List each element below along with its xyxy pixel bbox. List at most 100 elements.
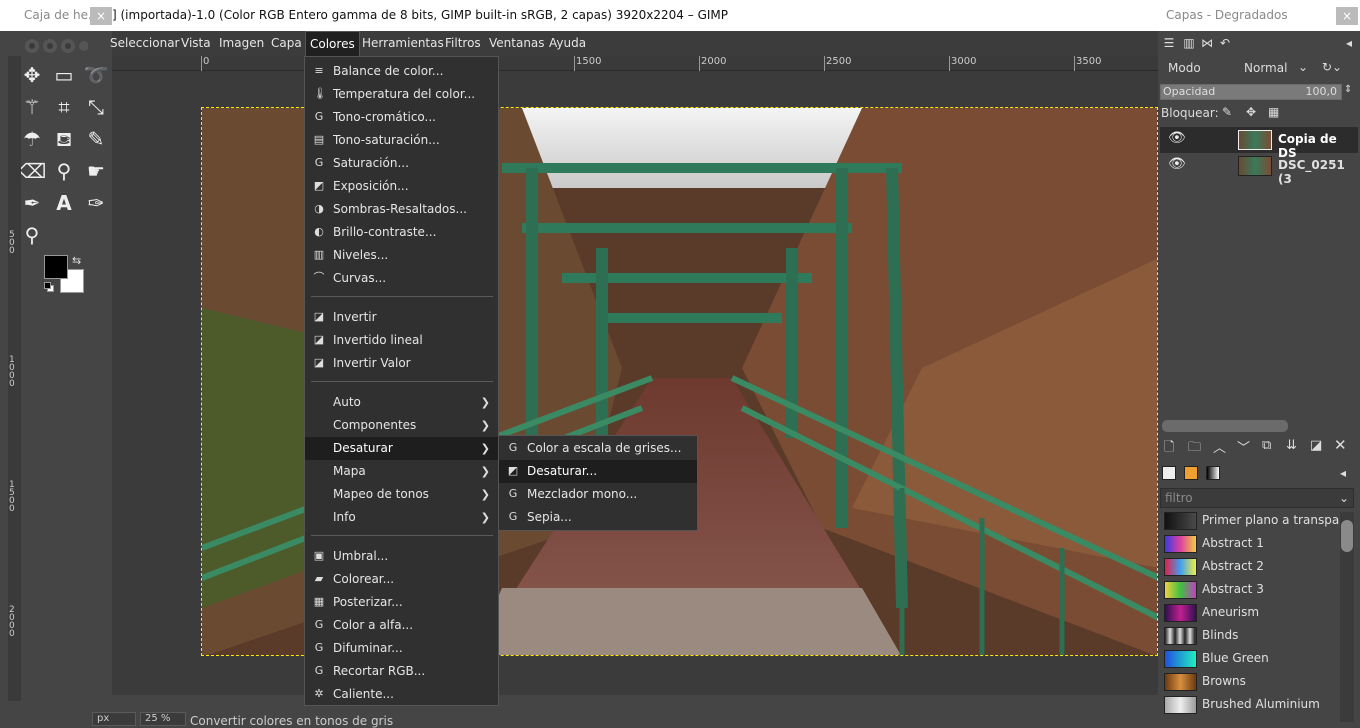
swap-colors-icon[interactable]: ⇆ (72, 254, 81, 267)
menu-item-tono-cromatico[interactable]: G Tono-cromático... (305, 106, 498, 129)
menu-item-desaturar[interactable]: Desaturar ❯ (305, 437, 498, 460)
merge-layer-icon[interactable]: ⇊ (1286, 438, 1297, 453)
transform-tool-icon[interactable]: ⤡ (82, 93, 110, 121)
paths-tab-icon[interactable]: ⋈ (1198, 36, 1216, 52)
new-group-icon[interactable]: 🗀 (1188, 438, 1201, 460)
menu-item-temperatura[interactable]: 🌡 Temperatura del color... (305, 83, 498, 106)
menu-item-desaturar-dialog[interactable]: ◩ Desaturar... (499, 460, 697, 483)
delete-layer-icon[interactable]: ✕ (1334, 436, 1347, 454)
layer-row[interactable]: 👁 DSC_0251 (3 (1160, 153, 1358, 186)
menu-item-auto[interactable]: Auto ❯ (305, 391, 498, 414)
lasso-tool-icon[interactable]: ➰ (82, 61, 110, 89)
menu-imagen[interactable]: Imagen (215, 31, 268, 56)
menu-item-invertir[interactable]: ◪ Invertir (305, 306, 498, 329)
menu-vista[interactable]: Vista (177, 31, 215, 56)
gradient-filter-input[interactable]: filtro ⌄ (1160, 488, 1354, 508)
menu-item-mezclador-mono[interactable]: G Mezclador mono... (499, 483, 697, 506)
gradient-item[interactable]: Primer plano a transpar (1162, 510, 1344, 532)
gradient-item[interactable]: Blue Green (1162, 648, 1340, 670)
layers-scrollbar[interactable] (1162, 420, 1288, 432)
unit-select[interactable]: px (92, 712, 136, 726)
zoom-select[interactable]: 25 % (140, 712, 186, 726)
lock-pixels-icon[interactable]: ✎ (1222, 105, 1232, 119)
opacity-stepper[interactable]: ⇕ (1344, 84, 1356, 100)
gradient-item[interactable]: Abstract 3 (1162, 579, 1340, 601)
foreground-color-swatch[interactable] (44, 255, 68, 279)
mode-select[interactable]: Normal ⌄ (1238, 58, 1308, 80)
menu-colores[interactable]: Colores (305, 31, 360, 56)
menu-item-componentes[interactable]: Componentes ❯ (305, 414, 498, 437)
menu-item-invertir-valor[interactable]: ◪ Invertir Valor (305, 352, 498, 375)
menu-item-mapa[interactable]: Mapa ❯ (305, 460, 498, 483)
bucket-fill-tool-icon[interactable]: ⛾ (50, 125, 78, 153)
undo-tab-icon[interactable]: ↶ (1216, 36, 1234, 52)
eraser-tool-icon[interactable]: ⌫ (18, 157, 46, 185)
menu-item-umbral[interactable]: ▣ Umbral... (305, 545, 498, 568)
menu-item-sombras-resaltados[interactable]: ◑ Sombras-Resaltados... (305, 198, 498, 221)
channels-tab-icon[interactable]: ▥ (1180, 36, 1198, 52)
text-tool-icon[interactable]: A (50, 189, 78, 217)
gradient-item[interactable]: Abstract 2 (1162, 556, 1340, 578)
fuzzy-select-tool-icon[interactable]: ⚚ (18, 93, 46, 121)
menu-item-brillo-contraste[interactable]: ◐ Brillo-contraste... (305, 221, 498, 244)
color-picker-tool-icon[interactable]: ✑ (82, 189, 110, 217)
menu-filtros[interactable]: Filtros (441, 31, 485, 56)
gradient-item[interactable]: Aneurism (1162, 602, 1340, 624)
dock-menu-icon[interactable]: ◂ (1340, 36, 1358, 52)
menu-capa[interactable]: Capa (267, 31, 306, 56)
menu-item-difuminar[interactable]: G Difuminar... (305, 637, 498, 660)
menu-seleccionar[interactable]: Seleccionar (106, 31, 183, 56)
crop-tool-icon[interactable]: ⌗ (50, 93, 78, 121)
layer-row[interactable]: 👁 Copia de DS (1160, 127, 1358, 160)
menu-item-niveles[interactable]: ▥ Niveles... (305, 244, 498, 267)
gradient-item[interactable]: Brushed Aluminium (1162, 694, 1340, 716)
lock-alpha-icon[interactable]: ▦ (1268, 105, 1279, 119)
paths-tool-icon[interactable]: ✒ (18, 189, 46, 217)
lock-position-icon[interactable]: ✥ (1246, 105, 1256, 119)
zoom-tool-icon[interactable]: ⚲ (18, 221, 46, 249)
menu-ayuda[interactable]: Ayuda (545, 31, 590, 56)
move-tool-icon[interactable]: ✥ (18, 61, 46, 89)
gradients-tab-icon[interactable] (1206, 466, 1220, 480)
brushes-tab-icon[interactable] (1162, 466, 1176, 480)
menu-item-sepia[interactable]: G Sepia... (499, 506, 697, 529)
gradient-item[interactable]: Browns (1162, 671, 1340, 693)
opacity-slider[interactable]: Opacidad 100,0 (1160, 84, 1342, 100)
menu-item-posterizar[interactable]: ▦ Posterizar... (305, 591, 498, 614)
warp-tool-icon[interactable]: ☂ (18, 125, 46, 153)
menu-item-mapeo-de-tonos[interactable]: Mapeo de tonos ❯ (305, 483, 498, 506)
gradient-item[interactable]: Blinds (1162, 625, 1340, 647)
toolbox-close-button[interactable]: × (90, 7, 112, 25)
gradients-scrollbar-thumb[interactable] (1341, 520, 1353, 552)
menu-item-colorear[interactable]: ▰ Colorear... (305, 568, 498, 591)
lower-layer-icon[interactable]: ﹀ (1237, 437, 1250, 456)
menu-ventanas[interactable]: Ventanas (485, 31, 549, 56)
duplicate-layer-icon[interactable]: ⧉ (1262, 438, 1271, 453)
default-colors-icon[interactable] (44, 282, 54, 292)
mask-layer-icon[interactable]: ◪ (1310, 438, 1322, 453)
menu-item-caliente[interactable]: ✲ Caliente... (305, 683, 498, 706)
gradient-item[interactable]: Abstract 1 (1162, 533, 1340, 555)
menu-item-exposicion[interactable]: ◩ Exposición... (305, 175, 498, 198)
raise-layer-icon[interactable]: ︿ (1213, 437, 1226, 456)
clone-tool-icon[interactable]: ⚲ (50, 157, 78, 185)
eye-icon[interactable]: 👁 (1168, 156, 1186, 172)
menu-item-curvas[interactable]: ⌒ Curvas... (305, 267, 498, 290)
dock-close-button[interactable]: × (1336, 7, 1358, 25)
new-layer-icon[interactable]: 🗋 (1164, 438, 1174, 460)
menu-item-tono-saturacion[interactable]: ▤ Tono-saturación... (305, 129, 498, 152)
menu-item-balance-de-color[interactable]: ≡ Balance de color... (305, 60, 498, 83)
menu-item-invertido-lineal[interactable]: ◪ Invertido lineal (305, 329, 498, 352)
menu-item-info[interactable]: Info ❯ (305, 506, 498, 529)
menu-item-color-a-escala-de-grises[interactable]: G Color a escala de grises... (499, 437, 697, 460)
menu-herramientas[interactable]: Herramientas (358, 31, 448, 56)
layers-tab-icon[interactable]: ☰ (1160, 36, 1178, 52)
eye-icon[interactable]: 👁 (1168, 130, 1186, 146)
menu-item-saturacion[interactable]: G Saturación... (305, 152, 498, 175)
smudge-tool-icon[interactable]: ☛ (82, 157, 110, 185)
patterns-tab-icon[interactable] (1184, 466, 1198, 480)
mode-reset-button[interactable]: ↻⌄ (1318, 58, 1352, 80)
menu-item-color-a-alfa[interactable]: G Color a alfa... (305, 614, 498, 637)
dock-menu-icon[interactable]: ◂ (1340, 466, 1346, 480)
paintbrush-tool-icon[interactable]: ✎ (82, 125, 110, 153)
